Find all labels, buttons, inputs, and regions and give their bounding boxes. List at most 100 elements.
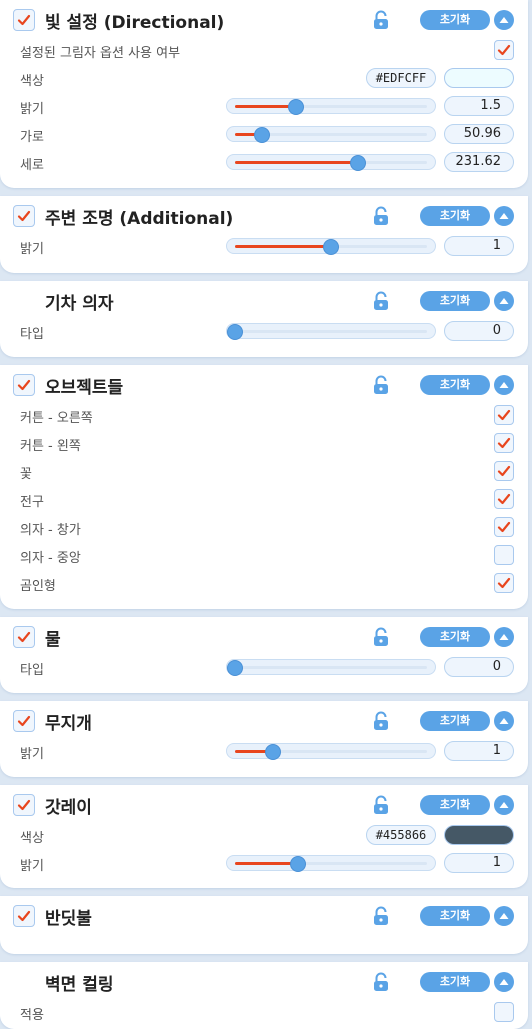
panel-title: 기차 의자 xyxy=(45,294,114,314)
unlock-icon[interactable] xyxy=(372,291,390,311)
panel-enable-checkbox[interactable] xyxy=(13,205,35,227)
value-input[interactable]: 1 xyxy=(444,236,514,256)
setting-checkbox[interactable] xyxy=(494,40,514,60)
setting-slider[interactable] xyxy=(226,855,436,872)
setting-label: 밝기 xyxy=(20,102,44,117)
chevron-up-icon[interactable] xyxy=(494,627,514,647)
reset-button[interactable]: 초기화 xyxy=(420,375,490,395)
unlock-icon[interactable] xyxy=(372,206,390,226)
panel-title: 무지개 xyxy=(45,714,92,734)
value-input[interactable]: 50.96 xyxy=(444,124,514,144)
setting-row: 커튼 - 왼쪽 xyxy=(0,429,528,457)
setting-slider[interactable] xyxy=(226,154,436,171)
chevron-up-icon[interactable] xyxy=(494,291,514,311)
color-swatch[interactable] xyxy=(444,68,514,88)
panel-enable-checkbox[interactable] xyxy=(13,710,35,732)
panel-header: 벽면 컬링 초기화 xyxy=(0,962,528,1002)
settings-panel: 오브젝트들 초기화 커튼 - 오른쪽 커튼 - 왼쪽 꽃 전구 의자 - 창가 의자 - 중앙… xyxy=(0,365,528,609)
hex-color-input[interactable]: #EDFCFF xyxy=(366,68,436,88)
reset-button[interactable]: 초기화 xyxy=(420,906,490,926)
setting-row: 색상 #EDFCFF xyxy=(0,64,528,92)
setting-slider[interactable] xyxy=(226,126,436,143)
checkmark-icon xyxy=(17,798,31,812)
panel-title: 주변 조명 (Additional) xyxy=(45,209,234,229)
value-input[interactable]: 1 xyxy=(444,741,514,761)
value-input[interactable]: 1.5 xyxy=(444,96,514,116)
setting-checkbox[interactable] xyxy=(494,545,514,565)
slider-handle[interactable] xyxy=(349,155,366,171)
slider-handle[interactable] xyxy=(290,856,307,872)
chevron-up-icon[interactable] xyxy=(494,795,514,815)
unlock-icon[interactable] xyxy=(372,795,390,815)
unlock-icon[interactable] xyxy=(372,627,390,647)
slider-fill xyxy=(235,161,358,164)
setting-row: 밝기 1 xyxy=(0,737,528,765)
setting-label: 타입 xyxy=(20,663,44,678)
checkmark-icon xyxy=(497,43,511,57)
setting-slider[interactable] xyxy=(226,323,436,340)
panel-header: 반딧불 초기화 xyxy=(0,896,528,936)
slider-handle[interactable] xyxy=(265,744,282,760)
settings-panel: 반딧불 초기화 xyxy=(0,896,528,954)
panel-enable-checkbox[interactable] xyxy=(13,905,35,927)
setting-checkbox[interactable] xyxy=(494,1002,514,1022)
setting-checkbox[interactable] xyxy=(494,461,514,481)
setting-slider[interactable] xyxy=(226,659,436,676)
setting-slider[interactable] xyxy=(226,238,436,255)
setting-slider[interactable] xyxy=(226,98,436,115)
color-swatch[interactable] xyxy=(444,825,514,845)
checkmark-icon xyxy=(497,576,511,590)
setting-label: 꽃 xyxy=(20,467,32,482)
panel-enable-checkbox[interactable] xyxy=(13,374,35,396)
value-input[interactable]: 0 xyxy=(444,321,514,341)
reset-button[interactable]: 초기화 xyxy=(420,206,490,226)
reset-button[interactable]: 초기화 xyxy=(420,10,490,30)
setting-checkbox[interactable] xyxy=(494,517,514,537)
slider-handle[interactable] xyxy=(227,324,243,340)
reset-button[interactable]: 초기화 xyxy=(420,972,490,992)
unlock-icon[interactable] xyxy=(372,906,390,926)
setting-label: 설정된 그림자 옵션 사용 여부 xyxy=(20,46,181,61)
chevron-up-icon[interactable] xyxy=(494,375,514,395)
chevron-up-icon[interactable] xyxy=(494,972,514,992)
setting-checkbox[interactable] xyxy=(494,405,514,425)
setting-row: 꽃 xyxy=(0,457,528,485)
reset-button[interactable]: 초기화 xyxy=(420,711,490,731)
setting-checkbox[interactable] xyxy=(494,489,514,509)
chevron-up-icon[interactable] xyxy=(494,10,514,30)
chevron-up-icon[interactable] xyxy=(494,206,514,226)
value-input[interactable]: 231.62 xyxy=(444,152,514,172)
unlock-icon[interactable] xyxy=(372,711,390,731)
setting-row: 밝기 1 xyxy=(0,849,528,877)
chevron-up-icon[interactable] xyxy=(494,906,514,926)
unlock-icon[interactable] xyxy=(372,10,390,30)
setting-checkbox[interactable] xyxy=(494,573,514,593)
reset-button[interactable]: 초기화 xyxy=(420,795,490,815)
settings-panel: 물 초기화 타입 0 xyxy=(0,617,528,693)
hex-color-input[interactable]: #455866 xyxy=(366,825,436,845)
slider-handle[interactable] xyxy=(227,660,243,676)
value-input[interactable]: 0 xyxy=(444,657,514,677)
panel-title: 빛 설정 (Directional) xyxy=(45,13,225,33)
setting-label: 의자 - 중앙 xyxy=(20,551,81,566)
slider-handle[interactable] xyxy=(253,127,270,143)
reset-button[interactable]: 초기화 xyxy=(420,627,490,647)
setting-label: 의자 - 창가 xyxy=(20,523,81,538)
unlock-icon[interactable] xyxy=(372,972,390,992)
slider-handle[interactable] xyxy=(323,239,339,255)
setting-slider[interactable] xyxy=(226,743,436,760)
chevron-up-icon[interactable] xyxy=(494,711,514,731)
panel-header: 오브젝트들 초기화 xyxy=(0,365,528,405)
checkmark-icon xyxy=(17,909,31,923)
settings-panel: 기차 의자 초기화 타입 0 xyxy=(0,281,528,357)
panel-enable-checkbox[interactable] xyxy=(13,9,35,31)
unlock-icon[interactable] xyxy=(372,375,390,395)
slider-handle[interactable] xyxy=(288,99,305,115)
panel-title: 반딧불 xyxy=(45,909,92,929)
setting-checkbox[interactable] xyxy=(494,433,514,453)
reset-button[interactable]: 초기화 xyxy=(420,291,490,311)
panel-enable-checkbox[interactable] xyxy=(13,794,35,816)
panel-enable-checkbox[interactable] xyxy=(13,626,35,648)
value-input[interactable]: 1 xyxy=(444,853,514,873)
panel-title: 갓레이 xyxy=(45,798,92,818)
